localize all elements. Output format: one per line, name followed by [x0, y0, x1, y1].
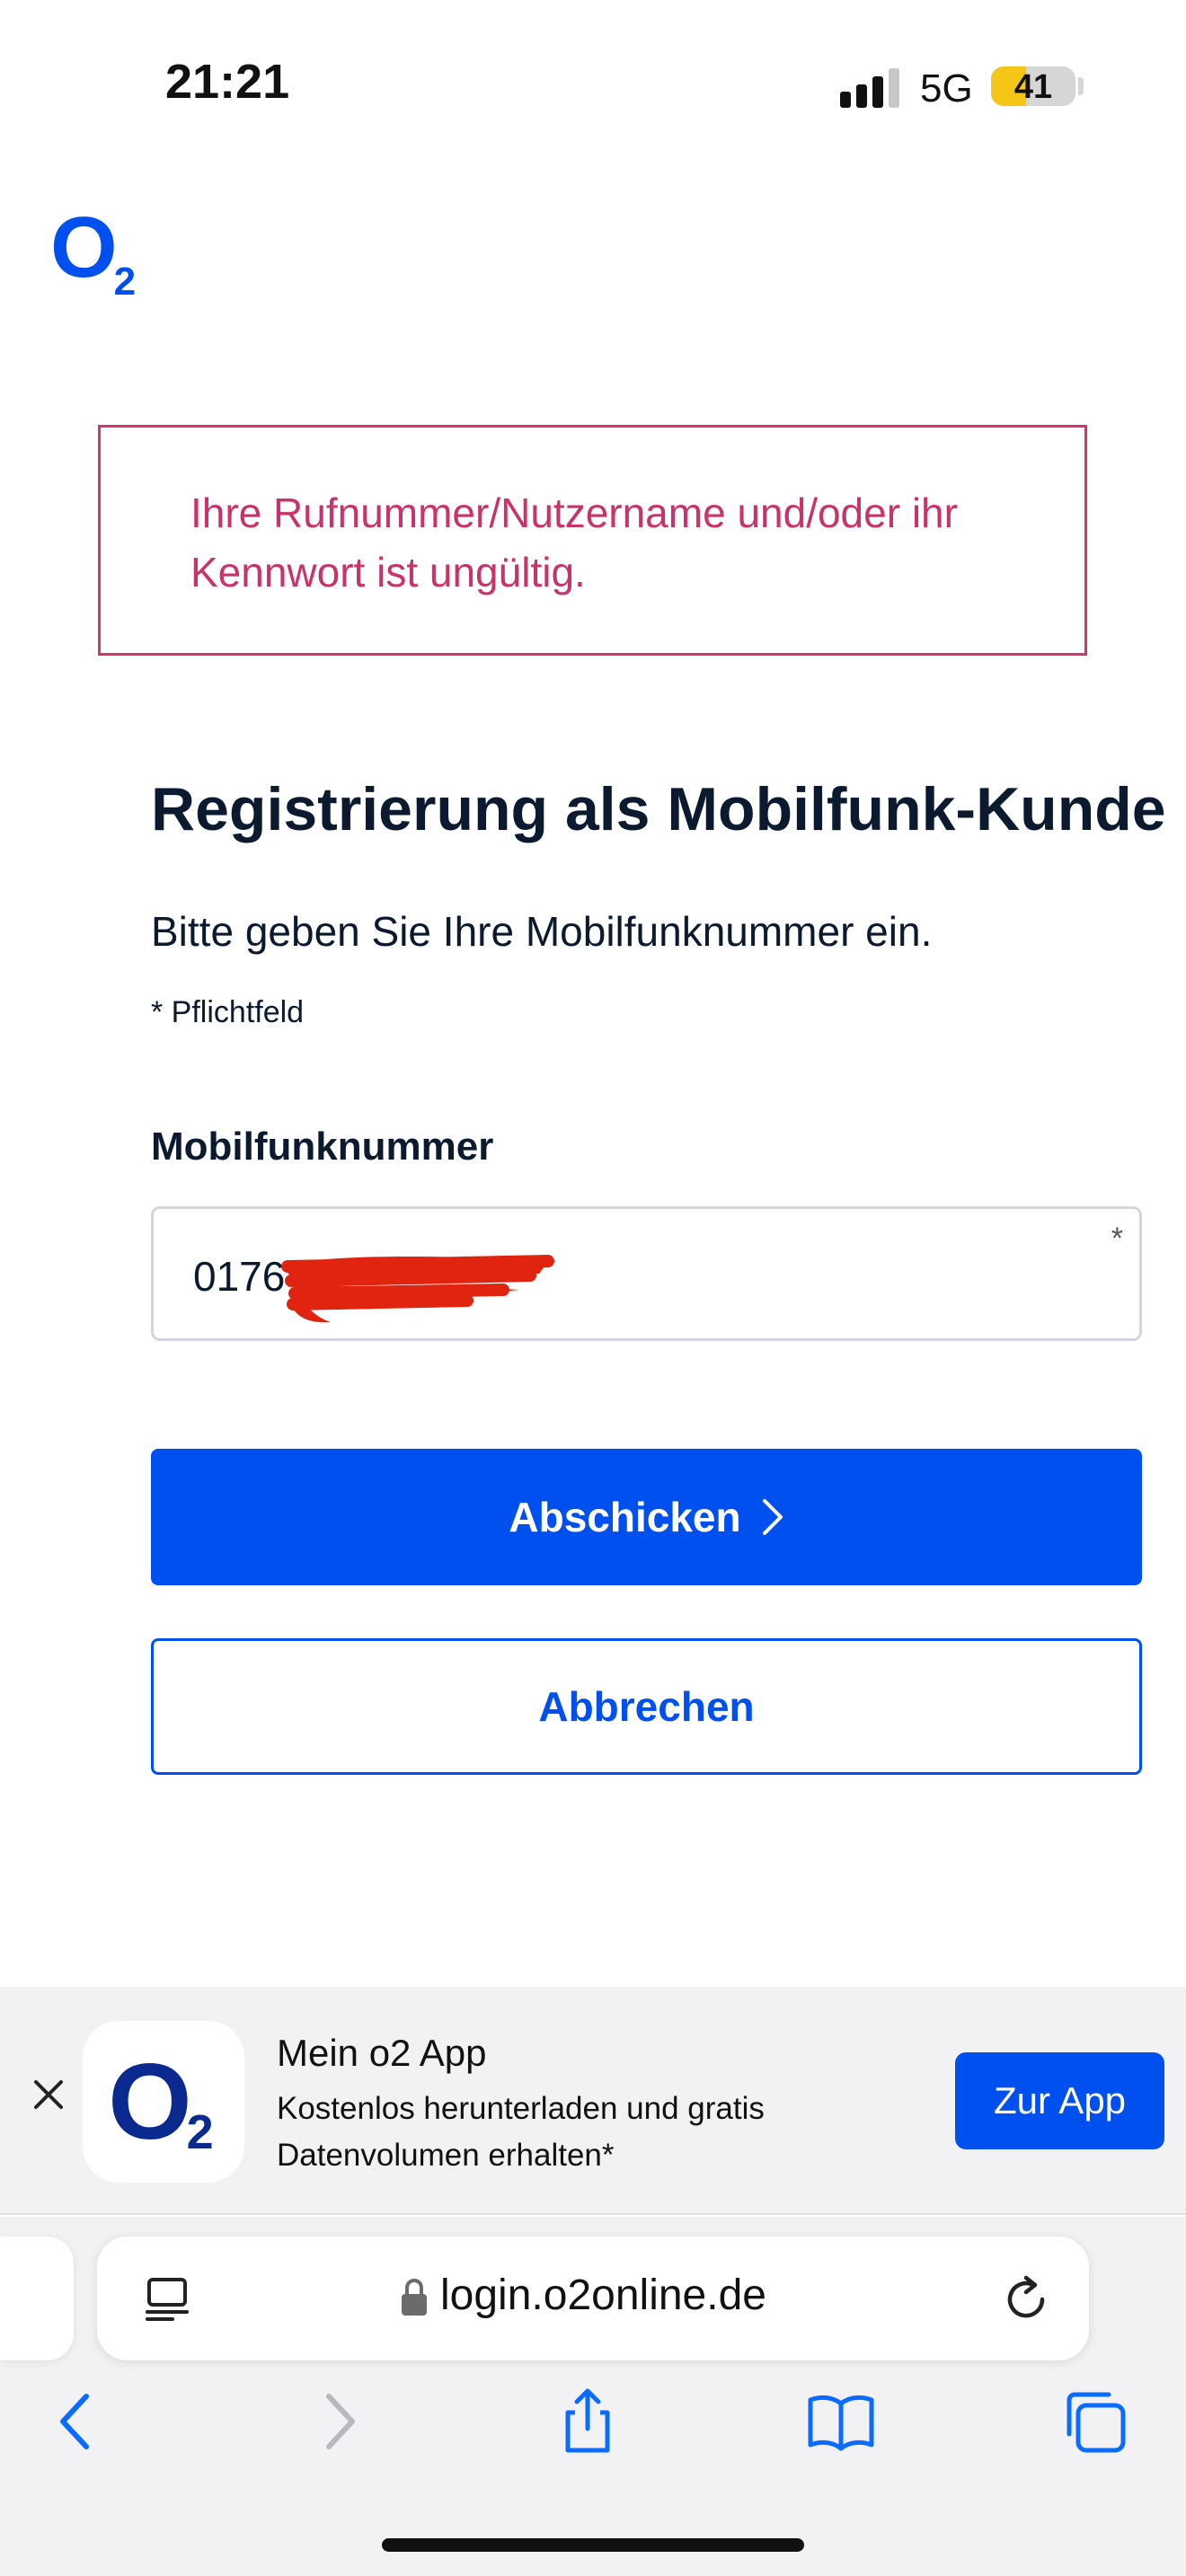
required-marker: * — [1111, 1222, 1123, 1256]
cancel-button[interactable]: Abbrechen — [151, 1638, 1142, 1775]
smart-app-banner: O2 Mein o2 App Kostenlos herunterladen u… — [0, 1987, 1186, 2215]
submit-button[interactable]: Abschicken — [151, 1449, 1142, 1585]
logo-subscript: 2 — [113, 260, 137, 304]
signal-strength-icon — [840, 66, 901, 108]
battery-tip — [1078, 77, 1084, 95]
browser-bottom-bar: login.o2online.de — [0, 2217, 1186, 2576]
address-bar[interactable]: login.o2online.de — [97, 2236, 1089, 2360]
tabs-icon[interactable] — [1058, 2386, 1130, 2457]
app-icon: O2 — [83, 2021, 244, 2183]
battery-percent: 41 — [1013, 68, 1053, 106]
battery-icon: 41 — [991, 66, 1075, 106]
error-alert: Ihre Rufnummer/Nutzername und/oder ihr K… — [98, 425, 1087, 656]
app-icon-letter: O — [108, 2042, 192, 2162]
app-icon-subscript: 2 — [186, 2105, 214, 2159]
share-icon[interactable] — [552, 2386, 624, 2457]
bookmarks-icon[interactable] — [805, 2386, 877, 2457]
error-message: Ihre Rufnummer/Nutzername und/oder ihr K… — [190, 490, 958, 595]
required-field-hint: * Pflichtfeld — [151, 995, 305, 1029]
phone-field-label: Mobilfunknummer — [151, 1125, 494, 1169]
open-app-button[interactable]: Zur App — [955, 2052, 1164, 2149]
home-indicator — [382, 2538, 804, 2552]
logo-letter: O — [50, 199, 118, 296]
chevron-right-icon — [762, 1499, 783, 1535]
form-instruction: Bitte geben Sie Ihre Mobilfunknummer ein… — [151, 908, 933, 955]
previous-tab-peek[interactable] — [0, 2236, 74, 2360]
o2-logo[interactable]: O2 — [50, 205, 139, 304]
network-label: 5G — [920, 66, 973, 110]
banner-app-title: Mein o2 App — [277, 2032, 487, 2074]
url-text: login.o2online.de — [440, 2272, 766, 2319]
reload-icon[interactable] — [999, 2272, 1053, 2326]
banner-description: Kostenlos herunterladen und gratis Daten… — [277, 2091, 765, 2173]
back-icon[interactable] — [41, 2386, 113, 2457]
redaction-scribble — [281, 1255, 554, 1323]
submit-button-label: Abschicken — [509, 1494, 741, 1540]
close-icon[interactable] — [29, 2075, 68, 2114]
forward-icon[interactable] — [302, 2386, 374, 2457]
reader-icon[interactable] — [142, 2274, 192, 2325]
lock-icon — [402, 2279, 427, 2316]
status-time: 21:21 — [165, 55, 290, 109]
page-title: Registrierung als Mobilfunk-Kunde — [151, 775, 1166, 843]
